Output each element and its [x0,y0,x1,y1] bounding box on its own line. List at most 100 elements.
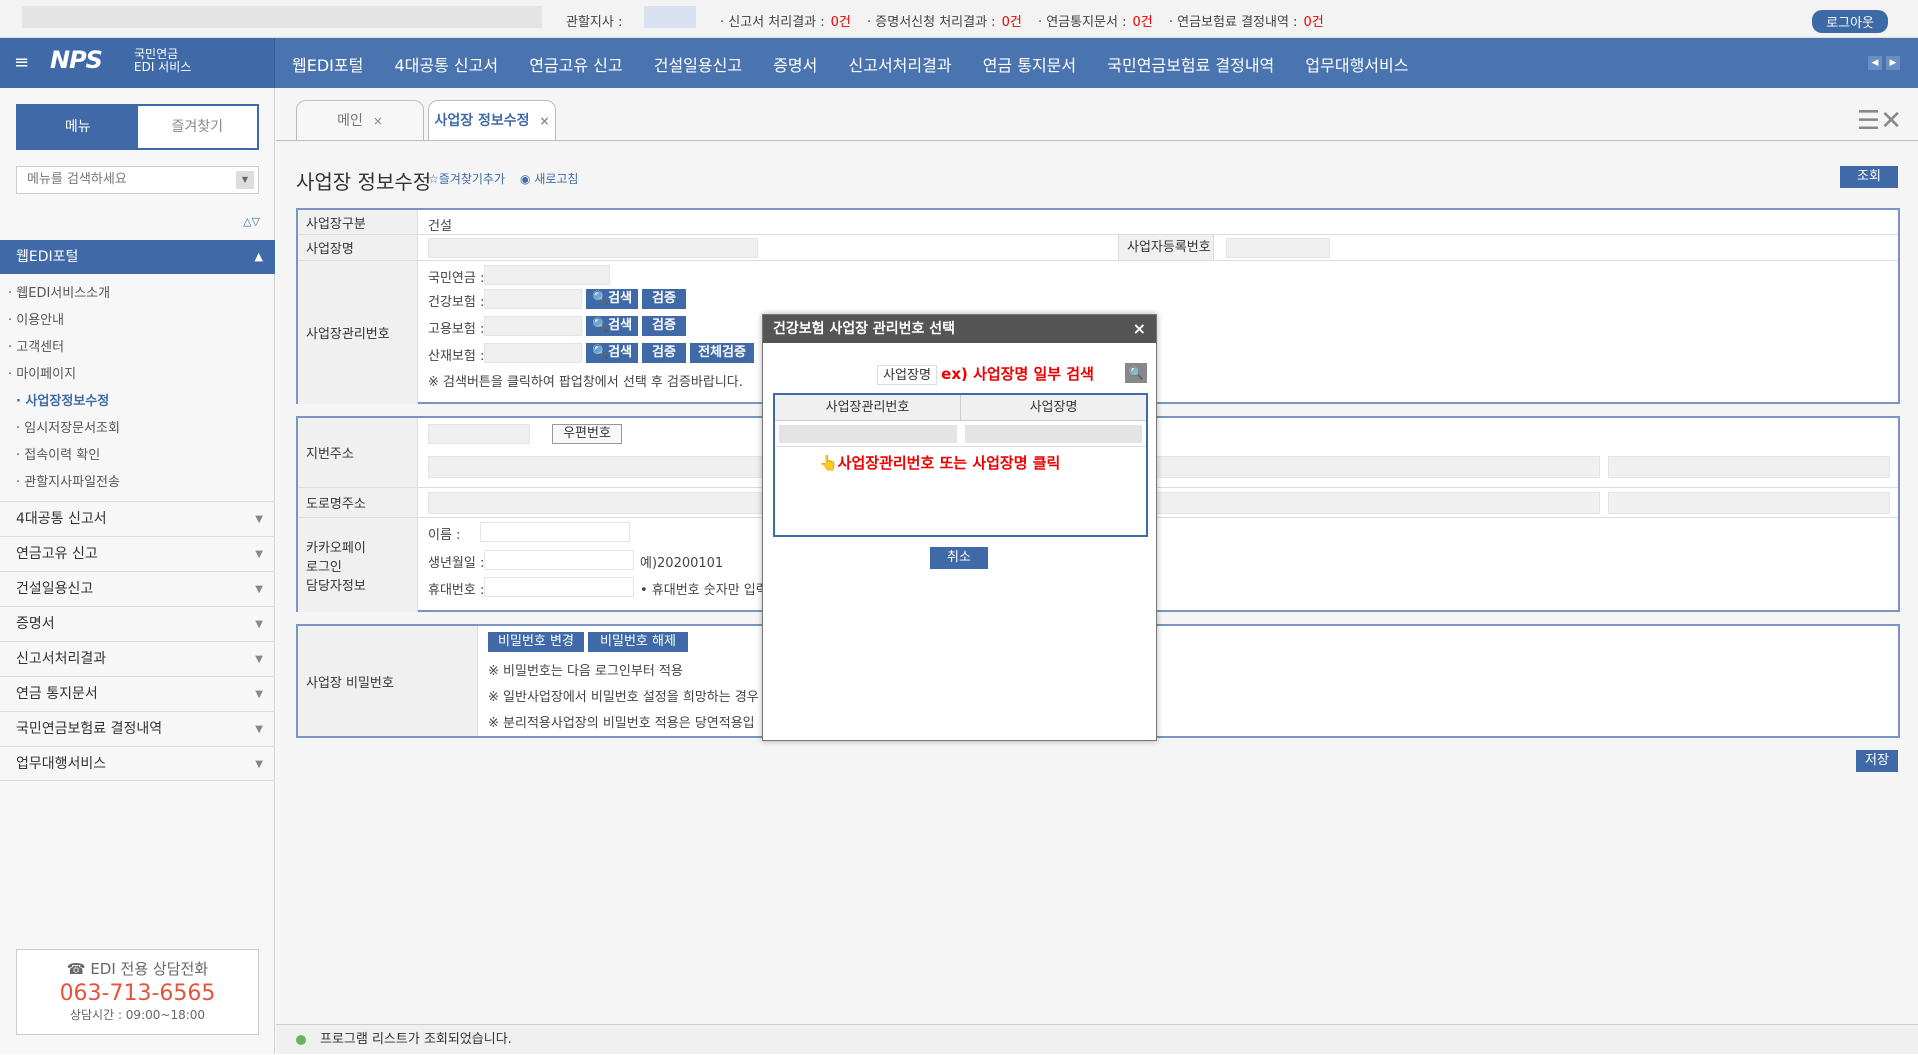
menu-pension-report[interactable]: 연금고유 신고 ▼ [0,536,275,571]
label-kakao: 카카오페이 로그인 담당자정보 [298,518,418,612]
star-icon: ☆ [428,172,439,186]
submenu-temp-docs[interactable]: · 임시저장문서조회 [8,415,120,442]
chevron-down-icon: ▼ [255,759,263,770]
report-result-counter[interactable]: · 신고서 처리결과 :0건 [720,15,857,30]
road-detail-input[interactable] [1608,492,1890,514]
submenu-guide[interactable]: · 이용안내 [8,307,120,334]
menu-head-web-edi[interactable]: 웹EDI포털 ▲ [0,240,275,274]
chevron-up-icon: ▲ [254,250,263,263]
nav-pension-report[interactable]: 연금고유 신고 [529,56,622,75]
kakao-name-input[interactable] [480,522,630,542]
password-release-button[interactable]: 비밀번호 해제 [588,632,688,652]
add-favorite-link[interactable]: ☆즐겨찾기추가 [428,170,505,187]
menu-search-input[interactable]: 메뉴를 검색하세요 ▼ [16,166,259,194]
kakao-birth-input[interactable] [484,550,634,570]
close-icon[interactable]: × [373,114,383,128]
nav-construction[interactable]: 건설일용신고 [654,56,742,75]
menu-construction[interactable]: 건설일용신고 ▼ [0,571,275,606]
collapse-expand-icon[interactable]: △▽ [243,215,260,228]
tab-menu-close-icon[interactable]: ☰✕ [1857,106,1902,136]
indust-no-input[interactable] [484,343,582,363]
submenu-mypage[interactable]: · 마이페이지 [8,361,120,388]
label-indust: 산재보험 : [428,349,485,364]
cancel-button[interactable]: 취소 [930,547,988,569]
chevron-down-icon[interactable]: ▼ [236,171,254,189]
nav-report-result[interactable]: 신고서처리결과 [849,56,952,75]
hamburger-icon[interactable]: ≡ [14,52,29,73]
query-button[interactable]: 조회 [1840,166,1898,188]
tab-menu[interactable]: 메뉴 [18,106,138,148]
search-icon[interactable]: 🔍 [1125,363,1147,383]
modal-title: 건강보험 사업장 관리번호 선택 × [763,315,1156,343]
menu-premium-decision[interactable]: 국민연금보험료 결정내역 ▼ [0,711,275,746]
value-biz-type: 건설 [428,219,452,234]
jibun-detail-input[interactable] [1608,456,1890,478]
nav-agency-service[interactable]: 업무대행서비스 [1305,56,1408,75]
nav-web-edi[interactable]: 웹EDI포털 [292,56,363,75]
label-road: 도로명주소 [298,488,418,517]
nps-logo[interactable]: NPS 국민연금 EDI 서비스 [50,46,191,74]
zip-button[interactable]: 우편번호 [552,424,622,444]
premium-decision-counter[interactable]: · 연금보험료 결정내역 :0건 [1169,15,1330,30]
password-change-button[interactable]: 비밀번호 변경 [488,632,584,652]
submenu-file-transfer[interactable]: · 관할지사파일전송 [8,469,120,496]
kakao-phone-input[interactable] [484,577,634,597]
employ-no-input[interactable] [484,316,582,336]
nav-pension-notice[interactable]: 연금 통지문서 [983,56,1076,75]
certificate-result-counter[interactable]: · 증명서신청 처리결과 :0건 [867,15,1028,30]
nav-next-icon[interactable]: ▶ [1886,56,1900,70]
chevron-down-icon: ▼ [255,689,263,700]
indust-search-button[interactable]: 🔍검색 [586,343,638,363]
menu-common-report[interactable]: 4대공통 신고서 ▼ [0,501,275,536]
jurisdiction-label: 관할지사 : [566,15,623,30]
submenu-access-log[interactable]: · 접속이력 확인 [8,442,120,469]
label-kakao-phone: 휴대번호 : [428,583,485,598]
menu-agency-service[interactable]: 업무대행서비스 ▼ [0,746,275,781]
password-note-3: ※ 분리적용사업장의 비밀번호 적용은 당연적용입 [488,716,755,731]
tab-main[interactable]: 메인 × [296,100,424,140]
menu-report-result[interactable]: 신고서처리결과 ▼ [0,641,275,676]
employ-verify-button[interactable]: 검증 [642,316,686,336]
verify-all-button[interactable]: 전체검증 [690,343,754,363]
zip-value [428,424,530,444]
refresh-link[interactable]: ◉ 새로고침 [520,170,578,187]
chevron-down-icon: ▼ [255,654,263,665]
top-bar: 관할지사 : · 신고서 처리결과 :0건 · 증명서신청 처리결과 :0건 ·… [0,0,1918,38]
chevron-down-icon: ▼ [255,584,263,595]
support-phone-box: ☎ EDI 전용 상담전화 063-713-6565 상담시간 : 09:00~… [16,949,259,1035]
submenu-intro[interactable]: · 웹EDI서비스소개 [8,280,120,307]
chevron-down-icon: ▼ [255,619,263,630]
nav-common-report[interactable]: 4대공통 신고서 [394,56,498,75]
health-no-input[interactable] [484,289,582,309]
logout-button[interactable]: 로그아웃 [1812,10,1888,33]
menu-certificate[interactable]: 증명서 ▼ [0,606,275,641]
close-icon[interactable]: × [1133,315,1146,343]
label-mgmt-no: 사업장관리번호 [298,261,418,404]
employ-search-button[interactable]: 🔍검색 [586,316,638,336]
health-search-button[interactable]: 🔍검색 [586,289,638,309]
label-kakao-birth: 생년월일 : [428,556,485,571]
tab-biz-edit[interactable]: 사업장 정보수정 × [428,100,556,140]
label-password: 사업장 비밀번호 [298,626,478,736]
nav-premium-decision[interactable]: 국민연금보험료 결정내역 [1107,56,1274,75]
table-row[interactable] [775,421,1146,447]
menu-pension-notice[interactable]: 연금 통지문서 ▼ [0,676,275,711]
save-button[interactable]: 저장 [1856,750,1898,772]
close-icon[interactable]: × [539,114,549,128]
jurisdiction-value [644,6,696,28]
nav-certificate[interactable]: 증명서 [773,56,817,75]
chevron-down-icon: ▼ [255,549,263,560]
submenu-customer[interactable]: · 고객센터 [8,334,120,361]
submenu-biz-edit[interactable]: · 사업장정보수정 [8,388,120,415]
status-bar: 프로그램 리스트가 조회되었습니다. [276,1024,1918,1054]
phone-note: • 휴대번호 숫자만 입력 [640,583,768,598]
pension-notice-counter[interactable]: · 연금통지문서 :0건 [1038,15,1159,30]
tab-favorites[interactable]: 즐겨찾기 [137,106,257,148]
nav-prev-icon[interactable]: ◀ [1868,56,1882,70]
indust-verify-button[interactable]: 검증 [642,343,686,363]
health-verify-button[interactable]: 검증 [642,289,686,309]
page-title: 사업장 정보수정 [296,170,432,194]
birth-example: 예)20200101 [640,556,724,571]
label-health: 건강보험 : [428,295,485,310]
main-nav: ≡ NPS 국민연금 EDI 서비스 웹EDI포털 4대공통 신고서 연금고유 신… [0,38,1918,88]
